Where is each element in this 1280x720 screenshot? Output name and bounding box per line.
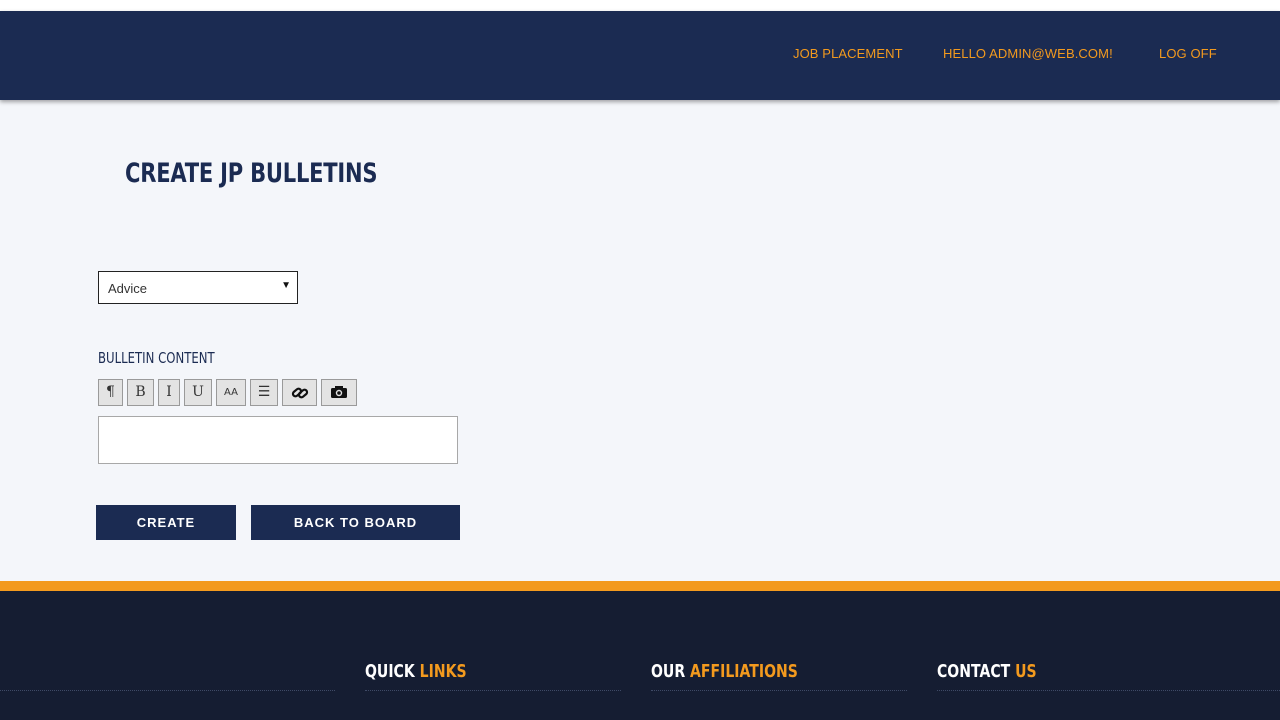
font-size-icon: AA	[224, 387, 238, 398]
list-icon: ☰	[257, 384, 271, 400]
top-strip	[0, 0, 1280, 11]
italic-icon: I	[166, 384, 172, 400]
list-button[interactable]: ☰	[250, 379, 278, 406]
camera-icon	[331, 386, 347, 398]
nav-user-greeting[interactable]: HELLO ADMIN@WEB.COM!	[943, 46, 1113, 61]
link-button[interactable]	[282, 379, 317, 406]
footer-divider	[365, 690, 621, 691]
footer-divider	[0, 690, 335, 691]
dropdown-arrow-icon: ▼	[281, 280, 291, 291]
footer-heading-affiliations: OUR AFFILIATIONS	[651, 661, 798, 682]
font-size-button[interactable]: AA	[216, 379, 246, 406]
page-title: CREATE JP BULLETINS	[125, 158, 378, 189]
back-to-board-button[interactable]: BACK TO BOARD	[251, 505, 460, 540]
paragraph-icon: ¶	[106, 384, 115, 400]
underline-icon: U	[192, 384, 204, 400]
category-select-value: Advice	[108, 281, 148, 296]
footer-heading-quick-links: QUICK LINKS	[365, 661, 467, 682]
create-button[interactable]: CREATE	[96, 505, 236, 540]
bulletin-content-label: BULLETIN CONTENT	[98, 349, 215, 367]
category-select[interactable]: Advice ▼	[98, 271, 298, 304]
footer-divider	[651, 690, 907, 691]
site-footer	[0, 591, 1280, 720]
bulletin-content-editor[interactable]	[98, 416, 458, 464]
footer-heading-contact: CONTACT US	[937, 661, 1037, 682]
bold-button[interactable]: B	[127, 379, 154, 406]
footer-accent-bar	[0, 581, 1280, 591]
paragraph-button[interactable]: ¶	[98, 379, 123, 406]
nav-job-placement[interactable]: JOB PLACEMENT	[793, 46, 903, 61]
nav-log-off[interactable]: LOG OFF	[1159, 46, 1217, 61]
underline-button[interactable]: U	[184, 379, 212, 406]
italic-button[interactable]: I	[158, 379, 180, 406]
link-icon	[291, 387, 308, 399]
image-button[interactable]	[321, 379, 357, 406]
bold-icon: B	[135, 384, 146, 400]
footer-divider	[937, 690, 1280, 691]
site-header: JOB PLACEMENT HELLO ADMIN@WEB.COM! LOG O…	[0, 11, 1280, 100]
